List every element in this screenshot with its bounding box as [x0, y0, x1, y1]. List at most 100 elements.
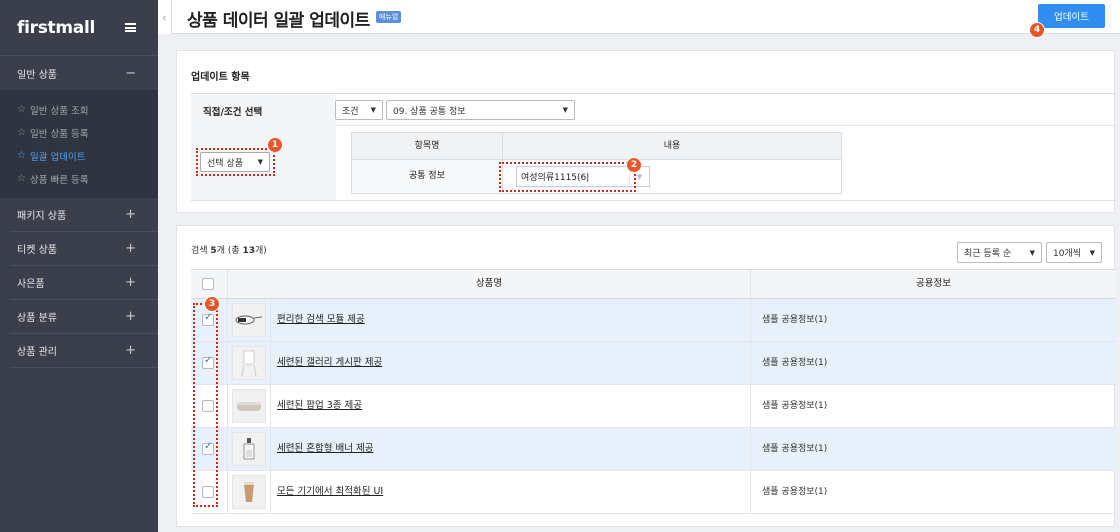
expand-icon: + — [125, 309, 136, 324]
hamburger-icon[interactable] — [125, 23, 136, 32]
sidebar-group-category[interactable]: 상품 분류 + — [10, 300, 158, 334]
table-row[interactable]: 편리한 검색 모듈 제공 샘플 공용정보(1) — [191, 299, 1116, 342]
marker-2: 2 — [626, 157, 642, 173]
sidebar-submenu: ☆ 일반 상품 조회 ☆ 일반 상품 등록 ☆ 일괄 업데이트 ☆ 상품 빠른 … — [0, 90, 158, 198]
result-count: 검색 5개 (총 13개) — [191, 243, 267, 256]
check-cell — [191, 385, 228, 427]
table-row[interactable]: 모든 기기에서 최적화된 UI 샘플 공용정보(1) — [191, 471, 1116, 514]
row-checkbox[interactable] — [202, 441, 214, 455]
chevron-down-icon: ▼ — [562, 106, 568, 114]
sidebar-group-label: 일반 상품 — [17, 69, 57, 81]
sidebar-item-general-list[interactable]: ☆ 일반 상품 조회 — [0, 98, 158, 121]
product-name-link[interactable]: 편리한 검색 모듈 제공 — [277, 299, 365, 341]
expand-icon: + — [125, 343, 136, 358]
sidebar-item-label: 일반 상품 등록 — [29, 128, 89, 140]
check-cell — [191, 471, 228, 513]
sidebar-group-label: 사은품 — [17, 279, 45, 290]
select-value: 10개씩 — [1053, 249, 1082, 259]
sidebar-group-label: 상품 분류 — [17, 313, 57, 324]
combobox-value: 여성의류1115(6| — [521, 173, 590, 183]
count-prefix: 검색 — [191, 246, 211, 256]
sidebar-item-general-register[interactable]: ☆ 일반 상품 등록 — [0, 121, 158, 144]
product-thumbnail[interactable] — [232, 432, 266, 466]
update-section: 업데이트 항목 직접/조건 선택 조건 ▼ 09. 상품 공통 정보 ▼ 선택 … — [176, 50, 1116, 213]
product-name-link[interactable]: 모든 기기에서 최적화된 UI — [277, 471, 383, 513]
target-select[interactable]: 선택 상품 ▼ — [200, 152, 270, 172]
collapse-icon: − — [125, 65, 136, 81]
select-all-checkbox[interactable] — [202, 278, 214, 290]
count-suffix: 개) — [255, 246, 267, 256]
logo[interactable]: firstmall — [17, 18, 95, 38]
product-thumbnail[interactable] — [232, 303, 266, 337]
marker-3: 3 — [204, 296, 220, 312]
col-product-name: 상품명 — [228, 270, 751, 298]
count-total: 13 — [242, 246, 256, 256]
star-icon: ☆ — [17, 173, 26, 184]
category-select[interactable]: 09. 상품 공통 정보 ▼ — [386, 100, 575, 120]
condition-row: 직접/조건 선택 조건 ▼ 09. 상품 공통 정보 ▼ — [191, 93, 1116, 126]
item-table-header: 항목명 내용 — [352, 133, 841, 160]
common-info-value: 샘플 공용정보(1) — [762, 487, 828, 497]
row-checkbox[interactable] — [202, 355, 214, 369]
table-row[interactable]: 세련된 갤러리 게시판 제공 샘플 공용정보(1) — [191, 342, 1116, 385]
count-mid: 개 (총 — [216, 246, 243, 256]
sidebar-group-gift[interactable]: 사은품 + — [10, 266, 158, 300]
col-item-name: 항목명 — [352, 133, 503, 159]
table-row[interactable]: 세련된 팝업 3종 제공 샘플 공용정보(1) — [191, 385, 1116, 428]
expand-icon: + — [125, 275, 136, 290]
sidebar-collapse-button[interactable]: ‹ — [158, 0, 172, 34]
sidebar-item-quick-register[interactable]: ☆ 상품 빠른 등록 — [0, 167, 158, 190]
select-value: 09. 상품 공통 정보 — [393, 106, 466, 117]
target-cell: 선택 상품 ▼ — [191, 126, 336, 200]
chevron-down-icon: ▼ — [370, 106, 376, 114]
sidebar-group-label: 티켓 상품 — [17, 245, 57, 256]
select-value: 최근 등록 순 — [964, 249, 1012, 259]
target-row: 선택 상품 ▼ 항목명 내용 공통 정보 여성의류1115(6| ▼ — [191, 126, 1116, 201]
sort-select[interactable]: 최근 등록 순 ▼ — [957, 242, 1042, 263]
header-check-cell — [191, 270, 228, 298]
thumb-cell — [228, 299, 271, 341]
product-name-link[interactable]: 세련된 갤러리 게시판 제공 — [277, 342, 382, 384]
row-checkbox[interactable] — [202, 312, 214, 326]
manual-badge[interactable]: 매뉴얼 — [376, 11, 402, 23]
product-name-link[interactable]: 세련된 혼합형 배너 제공 — [277, 428, 373, 470]
col-content: 내용 — [663, 141, 681, 151]
marker-1: 1 — [267, 137, 283, 153]
row-checkbox[interactable] — [202, 400, 214, 412]
sidebar-group-manage[interactable]: 상품 관리 + — [10, 334, 158, 368]
update-button[interactable]: 업데이트 — [1038, 4, 1105, 28]
expand-icon: + — [125, 241, 136, 256]
product-thumbnail[interactable] — [232, 389, 266, 423]
common-info-value: 샘플 공용정보(1) — [762, 401, 828, 411]
expand-icon: + — [125, 207, 136, 222]
thumb-cell — [228, 342, 271, 384]
list-header: 상품명 공용정보 — [191, 269, 1116, 299]
common-info-value: 샘플 공용정보(1) — [762, 444, 828, 454]
chevron-left-icon: ‹ — [162, 10, 167, 24]
condition-select[interactable]: 조건 ▼ — [335, 100, 383, 120]
sidebar-group-ticket[interactable]: 티켓 상품 + — [10, 232, 158, 266]
chevron-down-icon: ▼ — [1089, 248, 1095, 257]
section-title: 업데이트 항목 — [191, 72, 250, 83]
chevron-down-icon: ▼ — [257, 158, 263, 166]
sidebar-item-label: 상품 빠른 등록 — [29, 174, 89, 186]
sidebar-item-bulk-update[interactable]: ☆ 일괄 업데이트 — [0, 144, 158, 167]
col-common-info: 공용정보 — [916, 278, 951, 289]
sidebar-item-label: 일반 상품 조회 — [29, 105, 89, 117]
table-row[interactable]: 세련된 혼합형 배너 제공 샘플 공용정보(1) — [191, 428, 1116, 471]
sidebar-group-general[interactable]: 일반 상품 − — [0, 56, 158, 90]
product-name-link[interactable]: 세련된 팝업 3종 제공 — [277, 385, 362, 427]
check-cell — [191, 428, 228, 470]
marker-4: 4 — [1029, 22, 1045, 38]
row-checkbox[interactable] — [202, 486, 214, 498]
common-info-value: 샘플 공용정보(1) — [762, 358, 828, 368]
sidebar-group-package[interactable]: 패키지 상품 + — [10, 198, 158, 232]
page-size-select[interactable]: 10개씩 ▼ — [1046, 242, 1102, 263]
product-thumbnail[interactable] — [232, 475, 266, 509]
product-list-section: 검색 5개 (총 13개) 최근 등록 순 ▼ 10개씩 ▼ 상품명 공용정보 … — [176, 225, 1116, 527]
star-icon: ☆ — [17, 150, 26, 161]
star-icon: ☆ — [17, 104, 26, 115]
product-thumbnail[interactable] — [232, 346, 266, 380]
logo-row: firstmall — [0, 0, 158, 56]
select-value: 조건 — [342, 106, 359, 117]
